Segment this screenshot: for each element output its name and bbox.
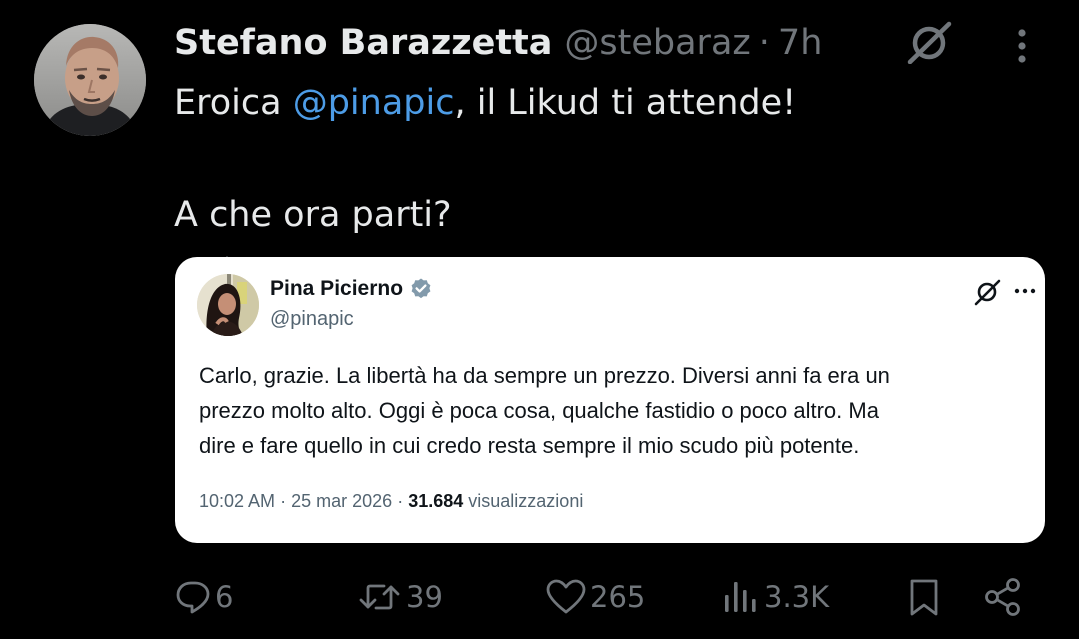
tweet-text-prefix: Eroica xyxy=(174,83,293,123)
quoted-author-name[interactable]: Pina Picierno xyxy=(270,277,403,301)
verified-badge-icon[interactable] xyxy=(409,277,433,301)
quoted-tweet-text: Carlo, grazie. La libertà ha da sempre u… xyxy=(199,358,1019,463)
tweet-header: Stefano Barazzetta @stebaraz · 7h xyxy=(174,20,822,66)
grok-icon[interactable] xyxy=(905,20,955,64)
header-separator: · xyxy=(758,23,770,63)
repost-icon xyxy=(359,584,400,610)
like-count: 265 xyxy=(590,580,646,614)
share-icon xyxy=(985,578,1020,616)
quoted-views-count: 31.684 xyxy=(408,491,464,511)
share-button[interactable] xyxy=(983,570,1023,624)
author-avatar[interactable] xyxy=(34,24,146,136)
quoted-author-handle[interactable]: @pinapic xyxy=(270,308,354,331)
quoted-author-avatar-image xyxy=(197,274,259,336)
quoted-tweet-card[interactable]: Pina Picierno @pinapic Carlo, grazie. La… xyxy=(175,257,1045,543)
quoted-tweet-time[interactable]: 10:02 AM xyxy=(199,491,275,511)
like-button[interactable]: 265 xyxy=(546,570,645,624)
views-button[interactable]: 3.3K xyxy=(722,570,829,624)
tweet-text-suffix: , il Likud ti attende! xyxy=(454,83,797,123)
repost-count: 39 xyxy=(406,580,443,614)
more-options-icon[interactable] xyxy=(1014,286,1036,296)
heart-icon xyxy=(546,579,586,614)
reply-icon xyxy=(176,581,210,614)
author-avatar-image xyxy=(34,24,146,136)
tweet-text-line-2: A che ora parti? xyxy=(174,195,452,235)
meta-separator: · xyxy=(280,491,287,511)
bookmark-icon xyxy=(910,579,938,616)
author-handle[interactable]: @stebaraz xyxy=(564,23,750,63)
reply-count: 6 xyxy=(215,580,234,614)
quoted-author-row: Pina Picierno xyxy=(270,277,433,301)
analytics-icon xyxy=(725,582,756,612)
meta-separator: · xyxy=(397,491,404,511)
quoted-tweet-date[interactable]: 25 mar 2026 xyxy=(291,491,392,511)
repost-button[interactable]: 39 xyxy=(358,570,443,624)
more-options-icon[interactable] xyxy=(1008,26,1036,66)
bookmark-button[interactable] xyxy=(907,570,941,624)
quoted-text-line: prezzo molto alto. Oggi è poca cosa, qua… xyxy=(199,398,879,423)
author-name[interactable]: Stefano Barazzetta xyxy=(174,23,552,63)
grok-icon[interactable] xyxy=(972,278,1002,306)
views-count: 3.3K xyxy=(764,580,830,614)
quoted-text-line: Carlo, grazie. La libertà ha da sempre u… xyxy=(199,363,890,388)
tweet-text-line-1: Eroica @pinapic, il Likud ti attende! xyxy=(174,80,1034,126)
quoted-author-avatar[interactable] xyxy=(197,274,259,336)
tweet-timestamp[interactable]: 7h xyxy=(778,23,822,63)
mention-link[interactable]: @pinapic xyxy=(293,83,455,123)
reply-button[interactable]: 6 xyxy=(175,570,233,624)
quoted-views-label: visualizzazioni xyxy=(468,491,584,511)
quoted-text-line: dire e fare quello in cui credo resta se… xyxy=(199,433,860,458)
tweet-action-bar: 6 39 265 3.3K xyxy=(0,570,1079,624)
tweet-text: Eroica @pinapic, il Likud ti attende! A … xyxy=(174,80,1034,238)
quoted-tweet-meta: 10:02 AM · 25 mar 2026 · 31.684 visualiz… xyxy=(199,491,583,512)
